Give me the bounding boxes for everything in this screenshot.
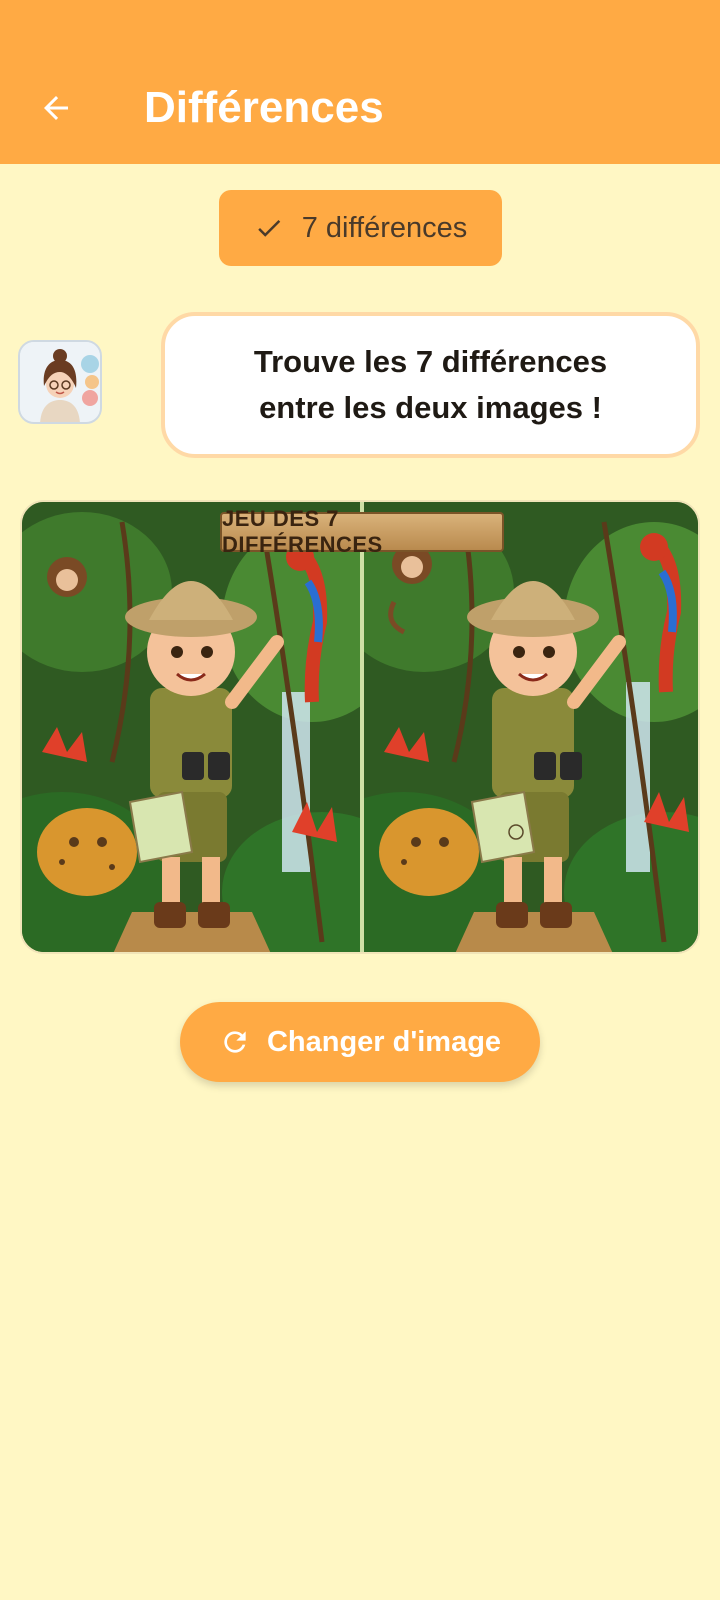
differences-game-image[interactable]: JEU DES 7 DIFFÉRENCES (20, 500, 700, 954)
page-title: Différences (144, 83, 384, 132)
back-button[interactable] (28, 80, 84, 136)
arrow-left-icon (44, 96, 68, 120)
check-icon (257, 220, 280, 237)
instruction-line-2: entre les deux images ! (259, 390, 602, 425)
teacher-avatar (18, 340, 102, 424)
differences-count-label: 7 différences (301, 211, 468, 244)
change-image-button[interactable]: Changer d'image (180, 1002, 540, 1082)
teacher-avatar-icon (20, 342, 100, 422)
right-jungle-image[interactable] (364, 502, 700, 954)
change-image-label: Changer d'image (266, 1025, 502, 1058)
app-bar: Différences (0, 0, 720, 164)
instruction-line-1: Trouve les 7 différences (253, 344, 608, 379)
refresh-icon (224, 1031, 246, 1053)
left-jungle-image[interactable] (22, 502, 360, 954)
instruction-bubble: Trouve les 7 différences entre les deux … (161, 312, 700, 458)
differences-count-chip[interactable]: 7 différences (219, 190, 502, 266)
game-title-sign-text: JEU DES 7 DIFFÉRENCES (222, 506, 383, 557)
game-title-sign: JEU DES 7 DIFFÉRENCES (220, 506, 504, 557)
